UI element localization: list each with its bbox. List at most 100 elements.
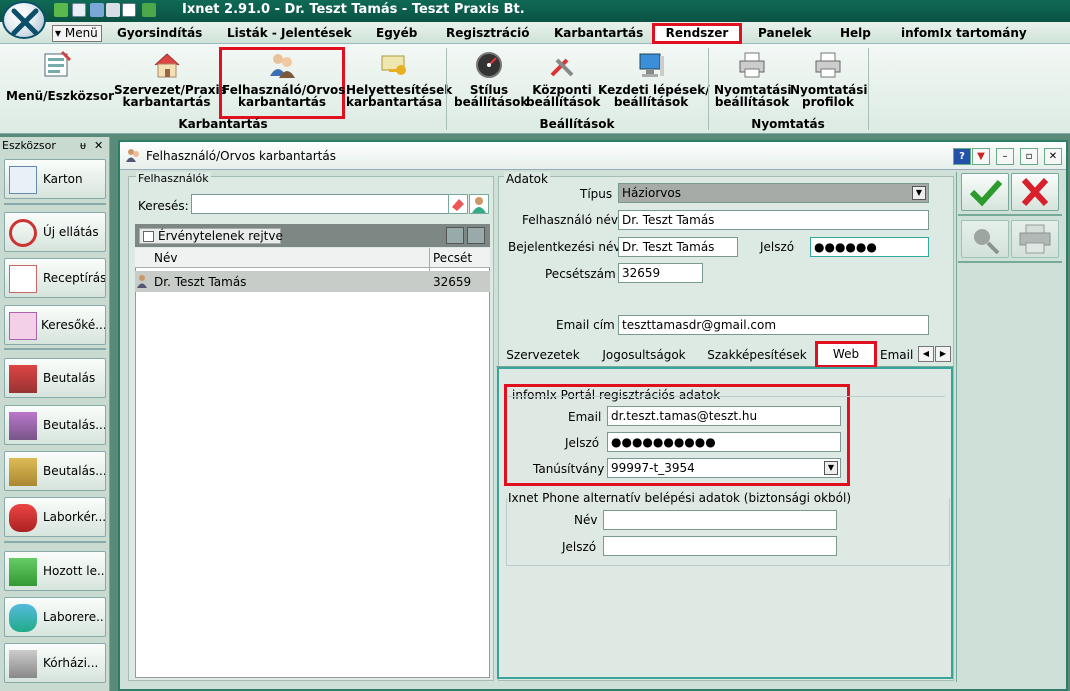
print-button[interactable] [1011, 220, 1059, 258]
toolbox-title: Eszközsor [2, 139, 56, 152]
hide-invalid-checkbox[interactable]: Érvénytelenek rejtve [139, 228, 283, 244]
sort-icon[interactable] [90, 3, 104, 17]
pin-icon[interactable]: ▼ [972, 148, 990, 165]
email-input[interactable]: teszttamasdr@gmail.com [618, 315, 929, 335]
action-divider [956, 172, 957, 682]
close-icon[interactable]: ✕ [94, 139, 103, 152]
menu-gyorsinditas[interactable]: Gyorsindítás [117, 26, 202, 40]
menu-egyeb[interactable]: Egyéb [376, 26, 417, 40]
column-nev[interactable]: Név [154, 251, 177, 265]
toolbox-korhazi[interactable]: Kórházi... [4, 643, 106, 683]
toolbox-item-label: Beutalás... [43, 418, 106, 432]
toolbox-beutalas[interactable]: Beutalás [4, 358, 106, 398]
toolbox-beutalas-2[interactable]: Beutalás... [4, 405, 106, 445]
felhasznalo-orvos-button[interactable]: Felhasználó/Orvos karbantartás [222, 50, 345, 108]
column-pecset[interactable]: Pecsét [433, 251, 472, 265]
calendar-icon[interactable] [122, 3, 136, 17]
cancel-button[interactable] [1011, 173, 1059, 211]
eraser-icon[interactable] [448, 194, 468, 214]
portal-email-label: Email [568, 410, 602, 424]
hospital-icon [9, 650, 37, 678]
szervezet-praxis-button[interactable]: Szervezet/Praxis karbantartás [114, 50, 227, 109]
group-beallitasok: Beállítások [539, 117, 615, 131]
search-input[interactable] [191, 194, 449, 214]
phone-jelszo-label: Jelszó [562, 540, 597, 554]
toolbox-item-label: Új ellátás [43, 225, 99, 239]
stilus-button[interactable]: Stílus beállítások [454, 50, 528, 108]
szervezet-label-2: karbantartás [122, 95, 211, 109]
close-x-icon [1021, 177, 1049, 207]
nyomtatasi-profilok-button[interactable]: Nyomtatási profilok [790, 50, 868, 108]
new-icon[interactable] [54, 3, 68, 17]
jelszo-label: Jelszó [760, 240, 795, 254]
menu-button[interactable]: ▾ Menü [52, 25, 102, 42]
tab-szakkepesitesek[interactable]: Szakképesítések [702, 345, 812, 367]
user-search-icon[interactable] [469, 194, 489, 214]
save-button[interactable] [961, 173, 1009, 211]
search-user-button[interactable] [961, 220, 1009, 258]
refresh-icon[interactable] [467, 227, 485, 244]
helyettesitesek-button[interactable]: Helyettesítések karbantartása [346, 50, 452, 108]
app-title: Ixnet 2.91.0 - Dr. Teszt Tamás - Teszt P… [182, 2, 525, 17]
toolbox-laborered[interactable]: Laborere... [4, 597, 106, 637]
copy-icon[interactable] [72, 3, 86, 17]
menu-karbantartas[interactable]: Karbantartás [554, 26, 643, 40]
tab-web[interactable]: Web [815, 341, 877, 368]
pin-icon[interactable]: ᵾ [80, 139, 86, 152]
portal-jelszo-input[interactable]: ●●●●●●●●●● [607, 432, 841, 452]
close-icon[interactable]: ✕ [1044, 148, 1062, 165]
pecset-input[interactable]: 32659 [618, 263, 703, 283]
toolbox-uj-ellatas[interactable]: Új ellátás [4, 212, 106, 252]
calc-icon[interactable] [106, 3, 120, 17]
toolbox-receptiras[interactable]: Receptírás [4, 258, 106, 298]
menu-regisztracio[interactable]: Regisztráció [446, 26, 529, 40]
tab-szervezetek[interactable]: Szervezetek [500, 345, 586, 367]
phone-nev-input[interactable] [603, 510, 837, 530]
tipus-select[interactable]: Háziorvos ▼ [618, 183, 929, 203]
toolbox-item-label: Keresőké... [41, 318, 106, 332]
toolbox-karton[interactable]: Karton [4, 159, 106, 199]
menu-panelek[interactable]: Panelek [758, 26, 811, 40]
kezdeti-label-2: beállítások [613, 95, 689, 109]
menu-help[interactable]: Help [840, 26, 871, 40]
tab-scroll-right-icon[interactable]: ▶ [935, 346, 951, 362]
portal-title: infomIx Portál regisztrációs adatok [512, 388, 721, 402]
minimize-icon[interactable]: – [996, 148, 1014, 165]
toolbox-item-label: Beutalás... [43, 464, 106, 478]
action-separator [958, 261, 1062, 263]
computer-icon [636, 50, 666, 80]
tab-email[interactable]: Email [880, 345, 916, 367]
key-icon [379, 50, 409, 80]
toolbox-separator [4, 348, 106, 350]
lab-tube-icon [9, 504, 37, 532]
pecset-label: Pecsétszám [545, 267, 616, 281]
bejnev-input[interactable]: Dr. Teszt Tamás [618, 237, 738, 257]
tab-jogosultsagok[interactable]: Jogosultságok [588, 345, 700, 367]
menu-listak[interactable]: Listák - Jelentések [227, 26, 352, 40]
phone-jelszo-input[interactable] [603, 536, 837, 556]
tab-scroll-left-icon[interactable]: ◀ [918, 346, 934, 362]
referral-icon [9, 365, 37, 393]
filter-icon[interactable] [446, 227, 464, 244]
toolbox-beutalas-3[interactable]: Beutalás... [4, 451, 106, 491]
exit-icon[interactable] [142, 3, 156, 17]
app-logo-icon[interactable] [2, 1, 46, 39]
toolbox-kereso[interactable]: Keresőké... [4, 305, 106, 345]
portal-email-input[interactable]: dr.teszt.tamas@teszt.hu [607, 406, 841, 426]
checkbox-icon [143, 231, 154, 242]
toolbox-hozott-lelet[interactable]: Hozott le... [4, 551, 106, 591]
cert-select[interactable]: 99997-t_3954 ▼ [607, 458, 841, 478]
toolbox-laborker[interactable]: Laborkér... [4, 497, 106, 537]
restore-icon[interactable]: ▫ [1020, 148, 1038, 165]
help-icon[interactable]: ? [953, 148, 971, 165]
toolbox-item-label: Beutalás [43, 371, 96, 385]
chevron-down-icon: ▼ [824, 461, 838, 475]
felhnev-input[interactable]: Dr. Teszt Tamás [618, 210, 929, 230]
menu-infomix[interactable]: infomIx tartomány [901, 26, 1027, 40]
menu-eszkozsor-button[interactable]: Menü/Eszközsor [6, 50, 114, 102]
jelszo-input[interactable]: ●●●●●● [810, 237, 929, 257]
nyomtatasi-beallitasok-button[interactable]: Nyomtatási beállítások [714, 50, 792, 108]
kozponti-button[interactable]: Központi beállítások [526, 50, 600, 108]
kezdeti-lepesek-button[interactable]: Kezdeti lépések/ beállítások [598, 50, 710, 109]
menu-rendszer[interactable]: Rendszer [652, 23, 742, 44]
